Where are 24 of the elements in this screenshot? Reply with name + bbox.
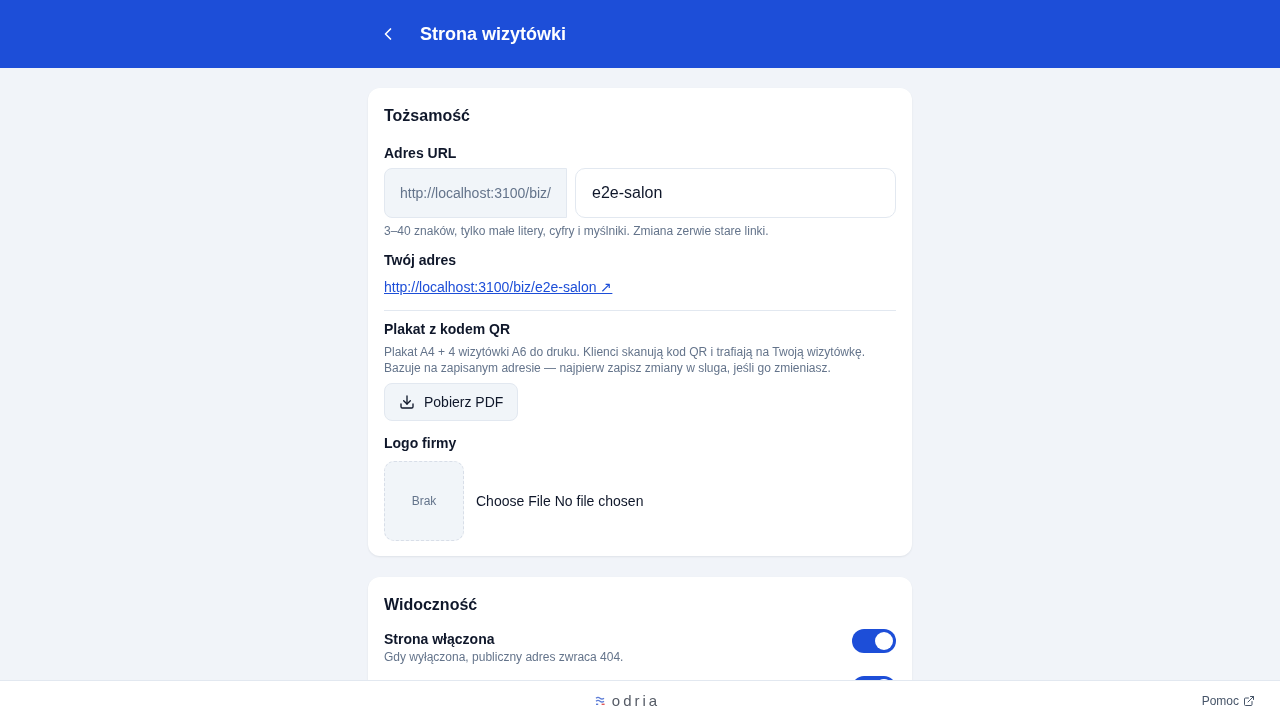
help-link[interactable]: Pomoc [1201, 693, 1255, 708]
external-link-icon [1243, 694, 1255, 707]
brand-logo: odria [611, 692, 661, 709]
section-title: Tożsamość [384, 106, 471, 126]
page-title: Strona wizytówki [420, 23, 567, 45]
field-label: Logo firmy [384, 434, 458, 453]
qr-description: Plakat A4 + 4 wizytówki A6 do druku. Klienci skanują kod QR i trafiają na Twoją wizytówkę. Bazuje na zapisanym adresie — najpierw zapisz zmiany w sluga, jeśli go zmieniasz. [384, 344, 866, 376]
download-icon [399, 394, 415, 410]
logo-mark-icon [594, 695, 606, 706]
file-status: No file chosen [554, 493, 644, 509]
field-hint: 3–40 znaków, tylko małe litery, cyfry i myślniki. Zmiana zerwie stare linki. [384, 223, 770, 239]
url-prefix: http://localhost:3100/biz/ [384, 168, 567, 218]
toggle-switch[interactable] [852, 629, 896, 653]
toggle-description: Gdy wyłączona, publiczny adres zwraca 404. [384, 649, 624, 665]
field-label: Twój adres [384, 251, 458, 270]
field-label: Adres URL [384, 144, 458, 163]
download-pdf-button[interactable]: Pobierz PDF [384, 383, 519, 421]
public-address-link[interactable]: http://localhost:3100/biz/e2e-salon ↗ [384, 277, 613, 297]
logo-preview: Brak [384, 461, 464, 541]
choose-file-button[interactable]: Choose File [476, 493, 551, 509]
field-label: Plakat z kodem QR [384, 320, 512, 339]
section-title: Widoczność [384, 595, 479, 615]
slug-input[interactable]: e2e-salon [575, 168, 896, 218]
toggle-label: Strona włączona [384, 630, 496, 649]
